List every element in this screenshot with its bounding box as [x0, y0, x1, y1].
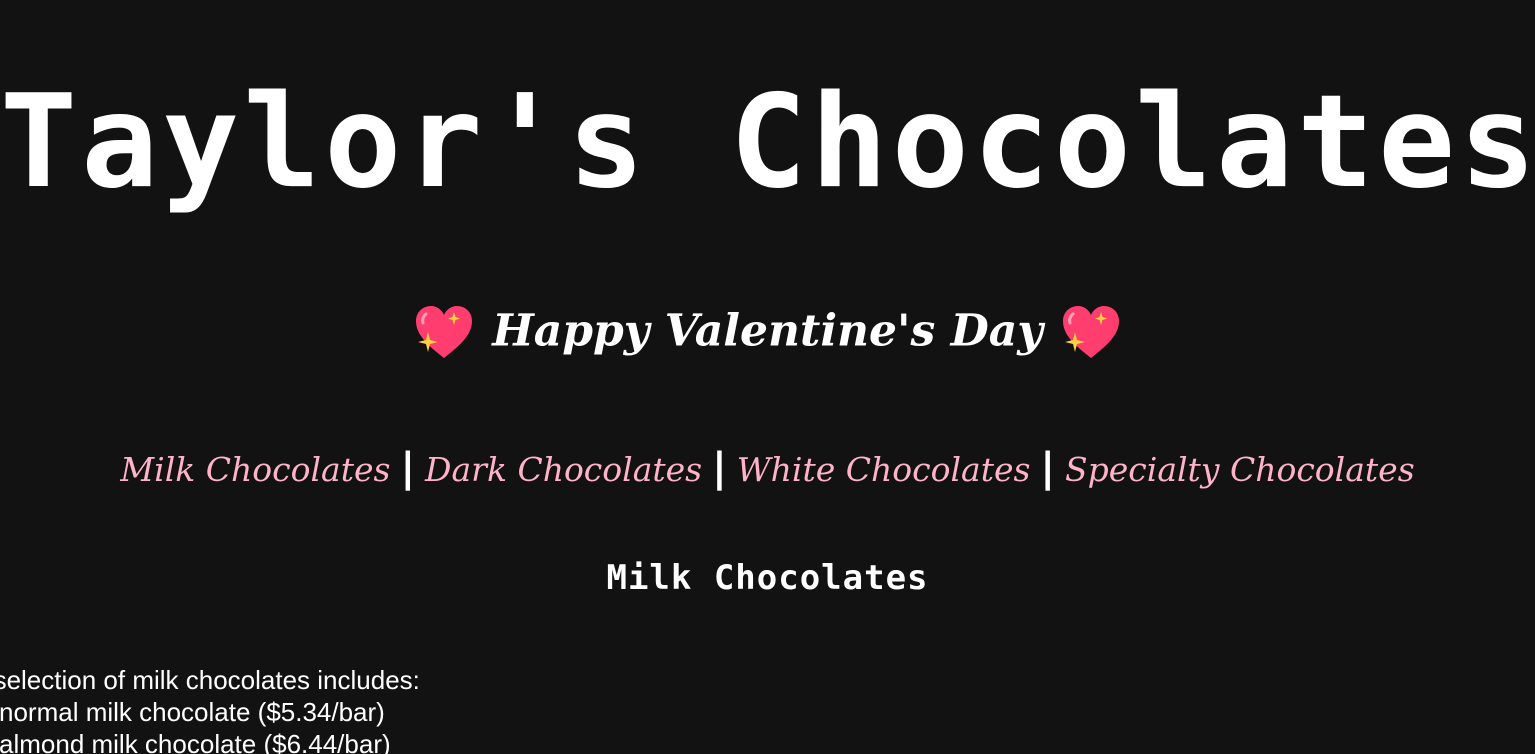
nav-separator: |	[400, 445, 416, 491]
nav-link-specialty-chocolates[interactable]: Specialty Chocolates	[1065, 450, 1415, 489]
sparkling-heart-icon	[1061, 304, 1121, 360]
section-heading: Milk Chocolates	[606, 558, 929, 598]
nav-separator: |	[1040, 445, 1056, 491]
section-intro: Our selection of milk chocolates include…	[0, 665, 420, 695]
nav-link-dark-chocolates[interactable]: Dark Chocolates	[425, 450, 702, 489]
list-item: almond milk chocolate ($6.44/bar)	[0, 729, 391, 754]
nav-link-milk-chocolates[interactable]: Milk Chocolates	[120, 450, 390, 489]
sparkling-heart-icon	[414, 304, 474, 360]
chocolate-list: normal milk chocolate ($5.34/bar) almond…	[0, 696, 420, 754]
valentines-greeting: Happy Valentine's Day	[0, 296, 1535, 365]
nav-link-white-chocolates[interactable]: White Chocolates	[737, 450, 1031, 489]
site-title: Taylor's Chocolates	[0, 68, 1535, 217]
section-body: Our selection of milk chocolates include…	[0, 664, 420, 754]
chocolate-category-nav: Milk Chocolates | Dark Chocolates | White Ch…	[0, 441, 1535, 497]
list-item: normal milk chocolate ($5.34/bar)	[0, 697, 385, 727]
nav-separator: |	[712, 445, 727, 491]
greeting-text: Happy Valentine's Day	[492, 305, 1043, 357]
